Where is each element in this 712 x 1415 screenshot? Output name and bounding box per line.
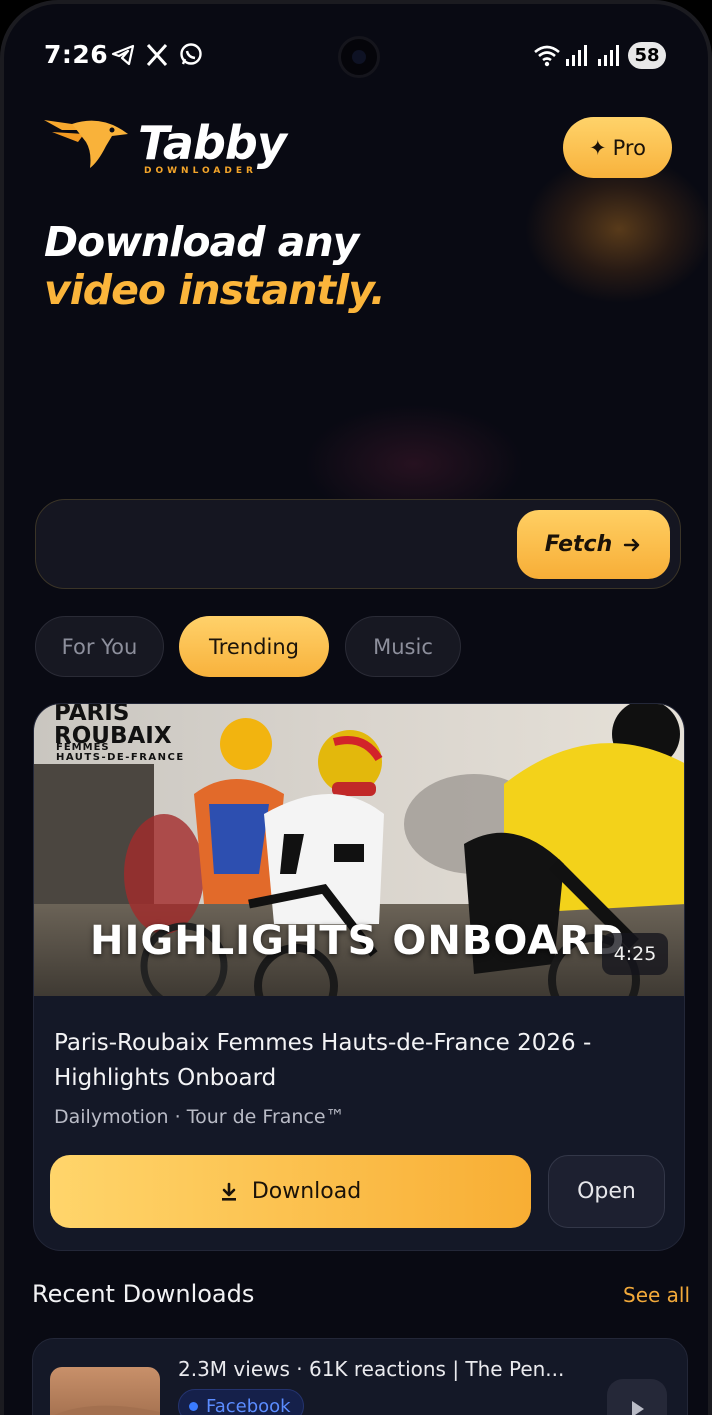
status-time: 7:26 <box>44 40 109 69</box>
play-icon <box>632 1401 644 1415</box>
wifi-icon <box>532 43 560 69</box>
thumbnail-brand-sub: HAUTS-DE-FRANCE <box>56 752 185 763</box>
video-duration-badge: 4:25 <box>602 933 668 975</box>
url-input[interactable] <box>60 522 520 568</box>
thumbnail-overlay-text: HIGHLIGHTS ONBOARD <box>90 918 626 964</box>
tab-for-you[interactable]: For You <box>35 616 164 677</box>
video-meta: Dailymotion · Tour de France™ <box>54 1106 345 1128</box>
signal-icon <box>596 43 622 69</box>
logo-subtext: DOWNLOADER <box>144 166 257 176</box>
tab-label: Music <box>373 634 433 659</box>
see-all-link[interactable]: See all <box>623 1283 690 1307</box>
source-badge: Facebook <box>178 1389 304 1415</box>
dot-icon <box>189 1401 198 1411</box>
tab-label: For You <box>61 634 138 659</box>
fetch-button[interactable]: Fetch <box>517 510 670 579</box>
logo-wordmark: Tabby <box>138 116 287 170</box>
hero-headline: Download any video instantly. <box>44 218 386 314</box>
list-item[interactable]: 2.3M views · 61K reactions | The Pen... … <box>32 1338 688 1415</box>
status-bar: 7:26 58 <box>4 4 708 104</box>
x-icon <box>144 42 170 68</box>
sparkle-icon: ✦ <box>589 135 607 160</box>
tab-music[interactable]: Music <box>345 616 461 677</box>
download-icon <box>221 1182 236 1201</box>
eagle-logo-icon <box>44 120 128 168</box>
whatsapp-icon <box>178 42 204 68</box>
system-icons: 58 <box>532 42 666 69</box>
recent-downloads-heading: Recent Downloads <box>32 1280 255 1308</box>
battery-indicator: 58 <box>628 42 666 69</box>
source-label: Facebook <box>206 1395 291 1415</box>
recent-item-title: 2.3M views · 61K reactions | The Pen... <box>178 1357 565 1381</box>
open-label: Open <box>577 1179 636 1204</box>
video-thumbnail[interactable]: PARIS ROUBAIX FEMMES HAUTS-DE-FRANCE HIG… <box>34 704 684 996</box>
app-logo: Tabby DOWNLOADER <box>42 112 292 180</box>
download-label: Download <box>251 1179 362 1204</box>
featured-video-card: PARIS ROUBAIX FEMMES HAUTS-DE-FRANCE HIG… <box>33 703 685 1251</box>
telegram-icon <box>110 42 136 68</box>
pro-button[interactable]: ✦ Pro <box>563 117 672 178</box>
download-button[interactable]: Download <box>50 1155 531 1228</box>
url-search-bar: Fetch <box>35 499 681 589</box>
notification-icons <box>110 42 204 68</box>
hero-line-1: Download any <box>44 218 359 266</box>
app-screen: 7:26 58 Tabby DOWNLOADER ✦ Pro Download … <box>0 0 712 1415</box>
play-button[interactable] <box>607 1379 667 1415</box>
video-title: Paris-Roubaix Femmes Hauts-de-France 202… <box>54 1030 592 1091</box>
signal-icon <box>564 43 590 69</box>
arrow-right-icon <box>624 538 640 551</box>
open-button[interactable]: Open <box>548 1155 665 1228</box>
hero-line-2: video instantly. <box>44 266 386 314</box>
tab-label: Trending <box>209 634 299 659</box>
front-camera <box>338 36 380 78</box>
pro-label: Pro <box>612 135 646 160</box>
fetch-label: Fetch <box>544 532 613 557</box>
recent-thumbnail <box>50 1367 160 1415</box>
tab-trending[interactable]: Trending <box>179 616 329 677</box>
